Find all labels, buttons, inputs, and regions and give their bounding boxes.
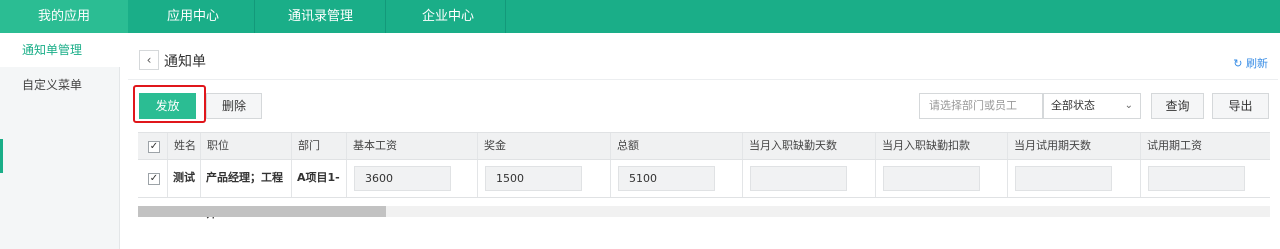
- export-button[interactable]: 导出: [1212, 93, 1269, 119]
- department-employee-search-input[interactable]: 请选择部门或员工: [919, 93, 1043, 119]
- delete-button[interactable]: 删除: [206, 93, 262, 119]
- query-button[interactable]: 查询: [1151, 93, 1204, 119]
- nav-my-apps[interactable]: 我的应用: [0, 0, 128, 33]
- row-total-cell: 5100: [611, 160, 743, 197]
- row-checkbox-cell: ✓: [138, 160, 168, 197]
- row-name: 测试: [168, 160, 201, 197]
- chevron-down-icon: ⌄: [1124, 100, 1133, 111]
- table-header: ✓ 姓名 职位 部门 基本工资 奖金 总额 当月入职缺勤天数 当月入职缺勤扣款 …: [138, 132, 1270, 160]
- row-absence-deduction-cell: [876, 160, 1008, 197]
- row-bonus-cell: 1500: [478, 160, 611, 197]
- header-probation-days: 当月试用期天数: [1008, 133, 1141, 159]
- page-title: 通知单: [164, 54, 206, 70]
- sidebar-item-custom-menu[interactable]: 自定义菜单: [0, 68, 120, 102]
- refresh-label: 刷新: [1246, 57, 1268, 70]
- sidebar-active-marker: [0, 139, 3, 173]
- back-arrow-icon[interactable]: ‹: [139, 50, 159, 70]
- header-probation-salary: 试用期工资: [1147, 139, 1202, 152]
- header-bonus: 奖金: [478, 133, 611, 159]
- horizontal-scrollbar-thumb[interactable]: [138, 206, 386, 217]
- header-department: 部门: [292, 133, 347, 159]
- nav-divider: [505, 0, 506, 33]
- probation-days-field[interactable]: [1015, 166, 1112, 191]
- absence-days-field[interactable]: [750, 166, 847, 191]
- row-base-salary-cell: 3600: [347, 160, 478, 197]
- header-absence-deduction: 当月入职缺勤扣款: [876, 133, 1008, 159]
- nav-enterprise-center[interactable]: 企业中心: [422, 0, 474, 33]
- sidebar: 通知单管理 自定义菜单: [0, 33, 120, 249]
- total-field[interactable]: 5100: [618, 166, 715, 191]
- refresh-link[interactable]: ↻ 刷新: [1233, 55, 1268, 71]
- row-absence-days-cell: [743, 160, 876, 197]
- row-department: A项目1-1: [292, 160, 347, 220]
- bonus-field[interactable]: 1500: [485, 166, 582, 191]
- top-navigation-bar: 我的应用 应用中心 通讯录管理 企业中心: [0, 0, 1280, 33]
- base-salary-field[interactable]: 3600: [354, 166, 451, 191]
- nav-divider: [254, 0, 255, 33]
- header-absence-days: 当月入职缺勤天数: [743, 133, 876, 159]
- row-checkbox[interactable]: ✓: [148, 173, 160, 185]
- header-checkbox-cell: ✓: [138, 133, 168, 159]
- issue-button[interactable]: 发放: [139, 93, 196, 119]
- header-divider: [128, 79, 1278, 80]
- row-probation-salary-cell: [1141, 160, 1270, 197]
- status-select[interactable]: 全部状态 ⌄: [1043, 93, 1141, 119]
- nav-contacts-management[interactable]: 通讯录管理: [288, 0, 353, 33]
- refresh-icon: ↻: [1233, 57, 1243, 70]
- nav-app-center[interactable]: 应用中心: [167, 0, 219, 33]
- header-base-salary: 基本工资: [347, 133, 478, 159]
- row-probation-days-cell: [1008, 160, 1141, 197]
- sidebar-item-notice-management[interactable]: 通知单管理: [0, 33, 120, 67]
- absence-deduction-field[interactable]: [883, 166, 980, 191]
- row-position: 产品经理；工程师: [201, 160, 292, 220]
- header-total: 总额: [611, 133, 743, 159]
- header-position: 职位: [201, 133, 292, 159]
- header-name: 姓名: [168, 133, 201, 159]
- select-all-checkbox[interactable]: ✓: [148, 141, 160, 153]
- nav-divider: [385, 0, 386, 33]
- table-row: ✓ 测试 产品经理；工程师 A项目1-1 3600 1500 5100: [138, 160, 1270, 220]
- status-select-value: 全部状态: [1051, 99, 1095, 112]
- probation-salary-field[interactable]: [1148, 166, 1245, 191]
